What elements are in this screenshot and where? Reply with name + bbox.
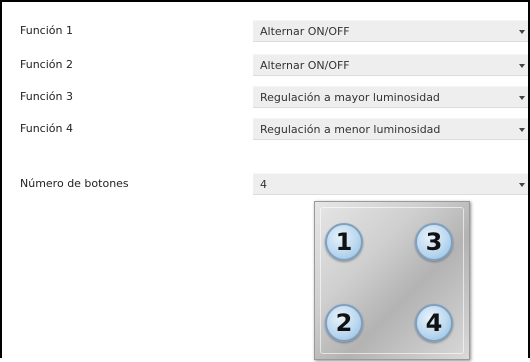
function-4-label: Función 4 bbox=[20, 122, 73, 135]
chevron-down-icon bbox=[519, 96, 525, 100]
function-2-select[interactable]: Alternar ON/OFF bbox=[253, 54, 528, 76]
function-2-row: Función 2 Alternar ON/OFF bbox=[2, 54, 528, 76]
function-1-value: Alternar ON/OFF bbox=[260, 25, 350, 38]
keypad-preview: 1 3 2 4 bbox=[314, 201, 470, 360]
chevron-down-icon bbox=[519, 64, 525, 68]
chevron-down-icon bbox=[519, 30, 525, 34]
function-4-select[interactable]: Regulación a menor luminosidad bbox=[253, 118, 528, 140]
function-3-value: Regulación a mayor luminosidad bbox=[260, 91, 440, 104]
keypad-button-3: 3 bbox=[415, 223, 453, 261]
buttons-count-select[interactable]: 4 bbox=[253, 173, 528, 195]
function-1-select[interactable]: Alternar ON/OFF bbox=[253, 20, 528, 42]
buttons-count-label: Número de botones bbox=[20, 177, 129, 190]
chevron-down-icon bbox=[519, 128, 525, 132]
function-3-label: Función 3 bbox=[20, 90, 73, 103]
keypad-button-3-label: 3 bbox=[425, 228, 443, 256]
function-2-label: Función 2 bbox=[20, 58, 73, 71]
keypad-button-2-label: 2 bbox=[335, 309, 353, 337]
keypad-button-1-label: 1 bbox=[335, 228, 353, 256]
keypad-button-4-label: 4 bbox=[425, 309, 443, 337]
function-3-select[interactable]: Regulación a mayor luminosidad bbox=[253, 86, 528, 108]
function-4-value: Regulación a menor luminosidad bbox=[260, 123, 441, 136]
function-4-row: Función 4 Regulación a menor luminosidad bbox=[2, 118, 528, 140]
buttons-count-row: Número de botones 4 bbox=[2, 173, 528, 195]
keypad-button-2: 2 bbox=[325, 304, 363, 342]
keypad-button-1: 1 bbox=[325, 223, 363, 261]
chevron-down-icon bbox=[519, 183, 525, 187]
function-1-label: Función 1 bbox=[20, 24, 73, 37]
function-1-row: Función 1 Alternar ON/OFF bbox=[2, 20, 528, 42]
function-3-row: Función 3 Regulación a mayor luminosidad bbox=[2, 86, 528, 108]
buttons-count-value: 4 bbox=[260, 178, 267, 191]
keypad-button-4: 4 bbox=[415, 304, 453, 342]
function-2-value: Alternar ON/OFF bbox=[260, 59, 350, 72]
settings-panel: Función 1 Alternar ON/OFF Función 2 Alte… bbox=[0, 0, 530, 360]
